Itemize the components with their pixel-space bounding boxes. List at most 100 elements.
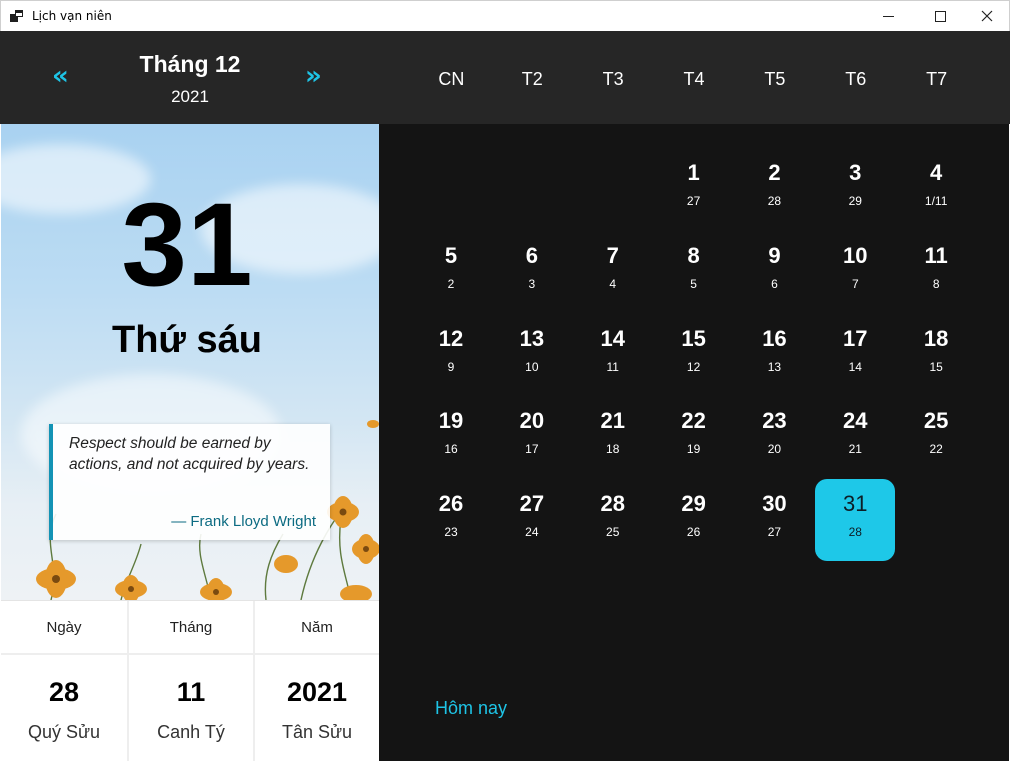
day-cell[interactable]: 2 28 (734, 148, 814, 230)
lunar-day-header: Ngày (1, 601, 127, 655)
window-title: Lịch vạn niên (32, 9, 112, 23)
day-cell[interactable]: 30 27 (734, 479, 814, 561)
lunar-day-number: 28 (767, 194, 782, 208)
day-cell[interactable]: 14 11 (573, 314, 653, 396)
lunar-day-number: 1/11 (924, 194, 948, 208)
day-cell[interactable]: 10 7 (815, 231, 895, 313)
lunar-day-number: 21 (848, 442, 862, 457)
lunar-day-number: 5 (690, 276, 697, 291)
lunar-day-number: 18 (606, 442, 620, 457)
lunar-month-column: Tháng 11 Canh Tý (127, 601, 253, 761)
minimize-button[interactable] (866, 1, 911, 31)
lunar-day-number: 10 (525, 359, 539, 374)
solar-day-number: 5 (444, 242, 458, 268)
day-cell[interactable]: 23 20 (734, 396, 814, 478)
weekday-header-row: CN T2 T3 T4 T5 T6 T7 (411, 69, 977, 90)
day-cell[interactable]: 85 (654, 231, 734, 313)
solar-day-number: 29 (681, 491, 706, 517)
lunar-day-number: 23 (444, 525, 458, 540)
solar-day-number: 22 (681, 408, 706, 434)
day-cell[interactable]: 12 9 (411, 314, 491, 396)
solar-day-number: 18 (923, 325, 949, 351)
lunar-year-can-chi: Tân Sửu (281, 722, 353, 742)
month-title: Tháng 12 (139, 51, 241, 77)
lunar-year-column: Năm 2021 Tân Sửu (253, 601, 379, 761)
solar-day-number: 19 (438, 408, 464, 434)
solar-day-number: 8 (687, 242, 700, 268)
weekday-label: T4 (683, 69, 705, 89)
lunar-day-number: 16 (444, 442, 458, 457)
lunar-day-number: 3 (528, 276, 536, 291)
lunar-month-can-chi: Canh Tý (157, 722, 225, 742)
day-cell[interactable]: 96 (734, 231, 814, 313)
month-grid-panel: 1 27 2 28 3 29 4 1/11 5 2 6 3 7 4 8 5 9 6 10 7 11 8 12 9 13 10 14 1… (379, 124, 1009, 761)
day-cell[interactable]: 15 12 (654, 314, 734, 396)
maximize-button[interactable] (918, 1, 963, 31)
day-cell[interactable]: 17 14 (815, 314, 895, 396)
day-cell[interactable]: 28 25 (573, 479, 653, 561)
day-cell[interactable]: 18 15 (896, 314, 976, 396)
weekday-label: T7 (926, 69, 948, 89)
day-cell[interactable]: 4 1/11 (896, 148, 976, 230)
day-cell[interactable]: 26 23 (411, 479, 491, 561)
day-cell[interactable]: 25 22 (896, 396, 976, 478)
day-cell[interactable]: 74 (573, 231, 653, 313)
solar-day-number: 6 (525, 242, 538, 268)
weekday-label: T5 (764, 69, 786, 89)
day-cell[interactable]: 52 (411, 231, 491, 313)
solar-day-number: 28 (600, 491, 625, 517)
solar-day-number: 17 (843, 325, 868, 351)
lunar-day-value: 28 (48, 677, 80, 707)
solar-day-number: 7 (606, 242, 619, 268)
solar-day-number: 3 (849, 160, 862, 185)
lunar-month-header: Tháng (129, 601, 253, 655)
quote-author: — Frank Lloyd Wright (171, 513, 316, 530)
solar-day-number: 16 (762, 325, 787, 351)
quote-card: Respect should be earned by actions, and… (49, 424, 330, 540)
day-cell[interactable]: 1 27 (654, 148, 734, 230)
selected-day-number: 31 (121, 179, 253, 311)
double-chevron-right-icon[interactable]: » (305, 61, 322, 91)
day-cell[interactable]: 3 29 (815, 148, 895, 230)
weekday-label: T6 (845, 69, 867, 89)
solar-day-number: 10 (843, 242, 868, 268)
solar-day-number: 25 (923, 408, 949, 434)
day-cell[interactable]: 27 24 (492, 479, 572, 561)
day-cell[interactable]: 20 17 (492, 396, 572, 478)
day-cell[interactable]: 22 19 (654, 396, 734, 478)
window-titlebar: Lịch vạn niên (0, 0, 1010, 31)
close-button[interactable] (964, 1, 1009, 31)
lunar-day-number: 9 (447, 359, 455, 374)
today-button[interactable]: Hôm nay (435, 698, 507, 719)
quote-text: Respect should be earned by actions, and… (69, 435, 310, 473)
lunar-day-number: 13 (767, 359, 782, 374)
lunar-year-value: 2021 (286, 677, 348, 707)
lunar-day-number: 19 (686, 442, 701, 457)
day-cell[interactable]: 63 (492, 231, 572, 313)
day-cell[interactable]: 29 26 (654, 479, 734, 561)
lunar-date-grid: Ngày 28 Quý Sửu Tháng 11 Canh Tý Năm 202… (1, 600, 379, 761)
lunar-day-number: 15 (929, 359, 943, 374)
lunar-day-number: 20 (767, 442, 782, 457)
lunar-day-number: 22 (929, 442, 943, 457)
lunar-day-number: 25 (606, 525, 620, 540)
day-cell[interactable]: 21 18 (573, 396, 653, 478)
solar-day-number: 20 (519, 408, 545, 434)
weekday-label: T2 (521, 69, 543, 89)
day-cell[interactable]: 11 8 (896, 231, 976, 313)
day-cell[interactable]: 24 21 (815, 396, 895, 478)
day-cell[interactable]: 19 16 (411, 396, 491, 478)
solar-day-number: 1 (687, 160, 700, 185)
day-cell[interactable]: 16 13 (734, 314, 814, 396)
solar-day-number: 26 (438, 491, 464, 517)
solar-day-number: 9 (768, 242, 781, 268)
solar-day-number: 15 (681, 325, 706, 351)
day-cell[interactable]: 13 10 (492, 314, 572, 396)
lunar-day-number: 6 (771, 276, 778, 291)
maximize-icon (935, 10, 946, 22)
solar-day-number: 13 (519, 325, 545, 351)
solar-day-number: 11 (924, 242, 948, 268)
day-cell[interactable]: 31 28 (815, 479, 896, 562)
solar-day-number: 4 (930, 160, 943, 185)
lunar-day-number: 12 (686, 359, 701, 374)
